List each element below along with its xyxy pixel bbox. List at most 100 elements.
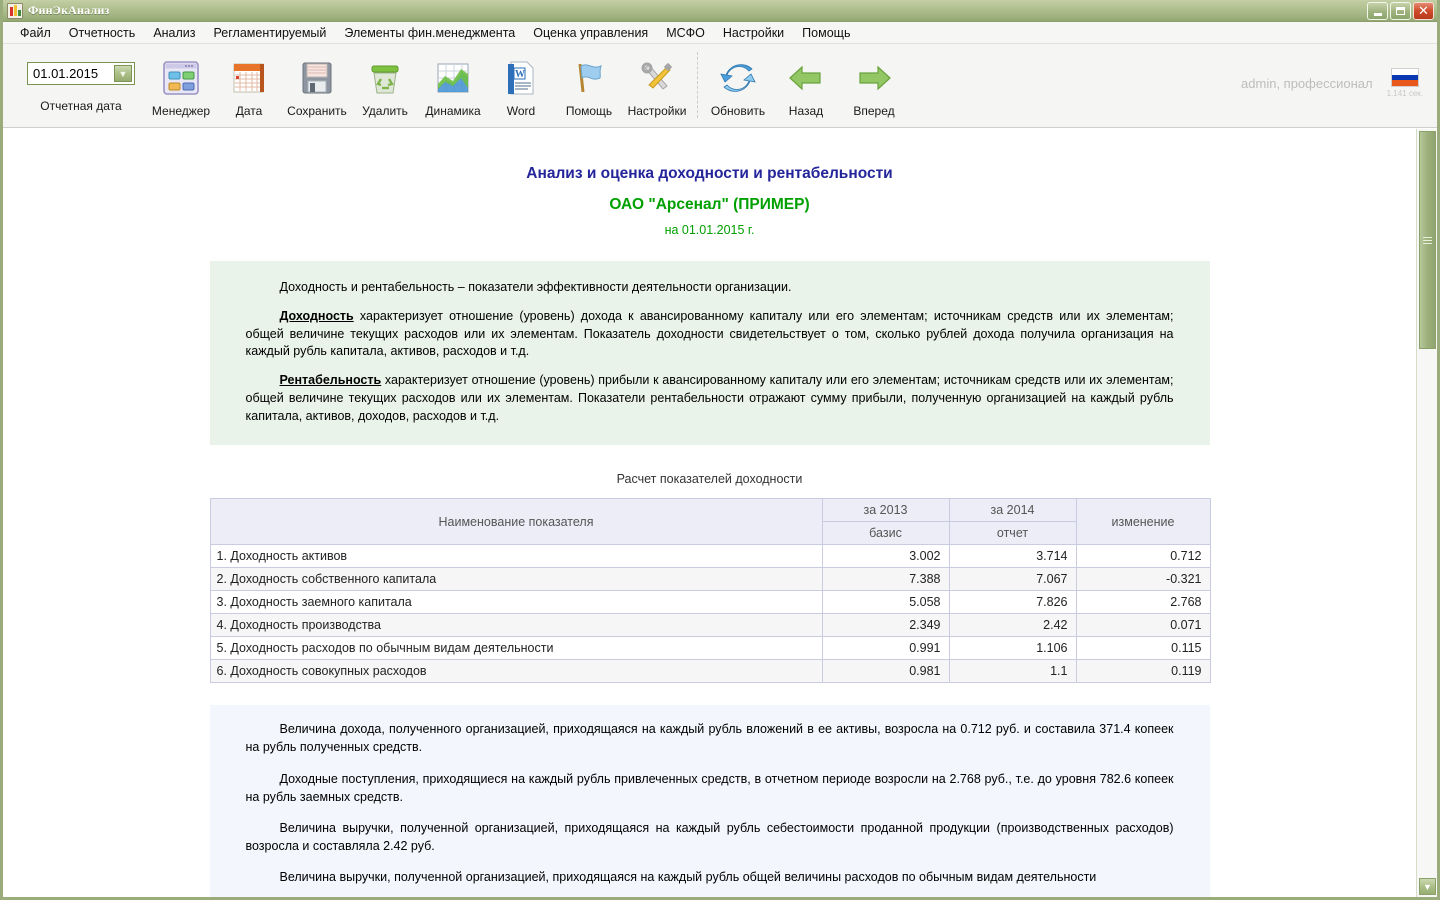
table-body: 1. Доходность активов 3.002 3.714 0.712 … — [210, 545, 1210, 683]
application-window: ФинЭкАнализ ✕ Файл Отчетность Анализ Рег… — [0, 0, 1440, 900]
maximize-icon — [1396, 7, 1405, 15]
cell-change: 0.119 — [1076, 660, 1210, 683]
column-subheader-report: отчет — [949, 522, 1076, 545]
title-bar: ФинЭкАнализ ✕ — [3, 0, 1437, 22]
manager-window-icon — [160, 54, 202, 102]
cell-change: 2.768 — [1076, 591, 1210, 614]
scroll-down-button[interactable]: ▼ — [1419, 878, 1436, 895]
recycle-bin-icon — [365, 54, 405, 102]
menu-item-file[interactable]: Файл — [11, 24, 60, 42]
toolbar-label-back: Назад — [789, 104, 823, 118]
table-row: 1. Доходность активов 3.002 3.714 0.712 — [210, 545, 1210, 568]
vertical-scrollbar[interactable]: ▼ — [1416, 129, 1437, 897]
flag-blue-icon — [569, 54, 609, 102]
cell-report: 1.1 — [949, 660, 1076, 683]
menu-item-fin-management[interactable]: Элементы фин.менеджмента — [335, 24, 524, 42]
toolbar-button-save[interactable]: Сохранить — [283, 50, 351, 118]
arrow-left-icon — [786, 54, 826, 102]
floppy-disk-icon — [297, 54, 337, 102]
conclusion-expenses: Величина выручки, полученной организацие… — [246, 868, 1174, 886]
language-selector[interactable]: 1.141 сек. — [1387, 68, 1423, 98]
definition-profitability-income: Доходность характеризует отношение (уров… — [246, 308, 1174, 361]
cell-basis: 0.991 — [822, 637, 949, 660]
toolbar-group-nav: Обновить Назад Вперед — [704, 50, 908, 127]
toolbar-button-back[interactable]: Назад — [772, 50, 840, 118]
scrollbar-grip-icon — [1423, 235, 1432, 246]
window-controls: ✕ — [1367, 2, 1434, 20]
menu-item-analysis[interactable]: Анализ — [144, 24, 204, 42]
cell-report: 1.106 — [949, 637, 1076, 660]
calendar-icon — [229, 54, 269, 102]
conclusion-production: Величина выручки, полученной организацие… — [246, 819, 1174, 855]
elapsed-time-label: 1.141 сек. — [1387, 89, 1423, 98]
table-row: 2. Доходность собственного капитала 7.38… — [210, 568, 1210, 591]
table-row: 6. Доходность совокупных расходов 0.981 … — [210, 660, 1210, 683]
minimize-button[interactable] — [1367, 2, 1388, 20]
word-document-icon: W — [501, 54, 541, 102]
refresh-arrows-icon — [718, 54, 758, 102]
wrench-screwdriver-icon — [637, 54, 677, 102]
toolbar-label-delete: Удалить — [362, 104, 408, 118]
menu-item-ifrs[interactable]: МСФО — [657, 24, 714, 42]
report-content: Анализ и оценка доходности и рентабельно… — [3, 129, 1416, 897]
scrollbar-thumb[interactable] — [1419, 131, 1436, 349]
toolbar-button-settings[interactable]: Настройки — [623, 50, 691, 118]
column-header-year-2014: за 2014 — [949, 499, 1076, 522]
page-title: Анализ и оценка доходности и рентабельно… — [210, 165, 1210, 183]
arrow-right-icon — [854, 54, 894, 102]
table-header-row-1: Наименование показателя за 2013 за 2014 … — [210, 499, 1210, 522]
cell-change: 0.115 — [1076, 637, 1210, 660]
menu-item-reporting[interactable]: Отчетность — [60, 24, 145, 42]
russia-flag-icon — [1391, 68, 1419, 87]
cell-basis: 5.058 — [822, 591, 949, 614]
menu-item-regulated[interactable]: Регламентируемый — [205, 24, 336, 42]
toolbar: 01.01.2015 ▼ Отчетная дата — [3, 44, 1437, 128]
table-row: 5. Доходность расходов по обычным видам … — [210, 637, 1210, 660]
column-header-name: Наименование показателя — [210, 499, 822, 545]
cell-basis: 2.349 — [822, 614, 949, 637]
toolbar-button-dynamics[interactable]: Динамика — [419, 50, 487, 118]
report-document: Анализ и оценка доходности и рентабельно… — [210, 165, 1210, 897]
menu-item-help[interactable]: Помощь — [793, 24, 859, 42]
report-date-header: на 01.01.2015 г. — [210, 223, 1210, 237]
toolbar-button-help[interactable]: Помощь — [555, 50, 623, 118]
term-dohodnost-text: характеризует отношение (уровень) дохода… — [246, 309, 1174, 359]
report-date-value: 01.01.2015 — [33, 66, 98, 81]
toolbar-button-delete[interactable]: Удалить — [351, 50, 419, 118]
row-label: 5. Доходность расходов по обычным видам … — [210, 637, 822, 660]
toolbar-label-dynamics: Динамика — [425, 104, 480, 118]
menu-item-settings[interactable]: Настройки — [714, 24, 793, 42]
toolbar-button-word[interactable]: W Word — [487, 50, 555, 118]
toolbar-label-help: Помощь — [566, 104, 612, 118]
row-label: 2. Доходность собственного капитала — [210, 568, 822, 591]
window-title: ФинЭкАнализ — [28, 3, 110, 18]
row-label: 3. Доходность заемного капитала — [210, 591, 822, 614]
table-head: Наименование показателя за 2013 за 2014 … — [210, 499, 1210, 545]
cell-report: 2.42 — [949, 614, 1076, 637]
definition-intro: Доходность и рентабельность – показатели… — [246, 279, 1174, 297]
cell-report: 7.067 — [949, 568, 1076, 591]
cell-basis: 0.981 — [822, 660, 949, 683]
row-label: 1. Доходность активов — [210, 545, 822, 568]
cell-report: 7.826 — [949, 591, 1076, 614]
toolbar-label-word: Word — [507, 104, 535, 118]
menu-item-management-assessment[interactable]: Оценка управления — [524, 24, 657, 42]
toolbar-label-manager: Менеджер — [152, 104, 210, 118]
toolbar-button-refresh[interactable]: Обновить — [704, 50, 772, 118]
table-row: 4. Доходность производства 2.349 2.42 0.… — [210, 614, 1210, 637]
maximize-button[interactable] — [1390, 2, 1411, 20]
cell-basis: 7.388 — [822, 568, 949, 591]
toolbar-button-forward[interactable]: Вперед — [840, 50, 908, 118]
table-caption: Расчет показателей доходности — [210, 472, 1210, 486]
toolbar-group-main: Менеджер — [147, 50, 691, 127]
svg-text:W: W — [515, 69, 525, 80]
column-subheader-basis: базис — [822, 522, 949, 545]
column-header-change: изменение — [1076, 499, 1210, 545]
row-label: 6. Доходность совокупных расходов — [210, 660, 822, 683]
close-button[interactable]: ✕ — [1413, 2, 1434, 20]
report-date-input[interactable]: 01.01.2015 ▼ — [27, 62, 135, 85]
chevron-down-icon[interactable]: ▼ — [114, 65, 132, 82]
toolbar-button-date[interactable]: Дата — [215, 50, 283, 118]
toolbar-label-refresh: Обновить — [711, 104, 765, 118]
toolbar-button-manager[interactable]: Менеджер — [147, 50, 215, 118]
